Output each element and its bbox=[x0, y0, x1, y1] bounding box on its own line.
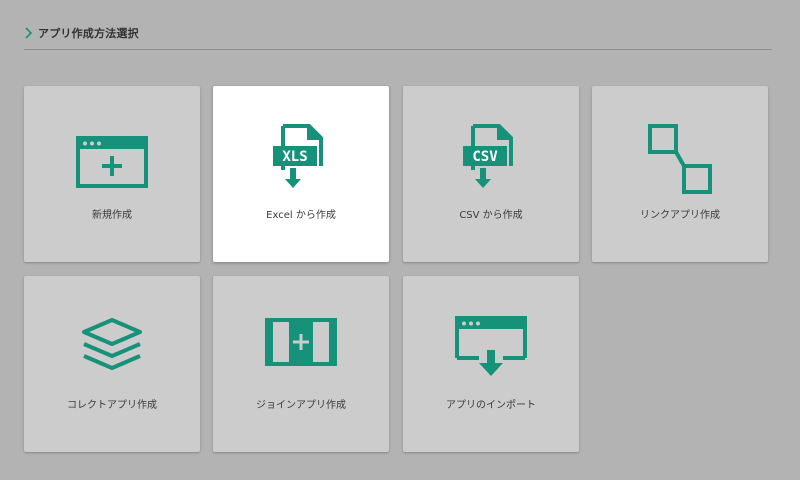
svg-text:XLS: XLS bbox=[282, 149, 307, 165]
app-create-method-page: アプリ作成方法選択 新規作成 XLS Excel から作成 CSV CSV から… bbox=[0, 0, 800, 480]
csv-file-icon: CSV bbox=[451, 124, 531, 196]
svg-text:CSV: CSV bbox=[472, 149, 498, 165]
option-join-app[interactable]: ジョインアプリ作成 bbox=[213, 276, 389, 452]
option-from-csv[interactable]: CSV CSV から作成 bbox=[403, 86, 579, 262]
option-label: Excel から作成 bbox=[266, 210, 336, 221]
option-label: アプリのインポート bbox=[446, 400, 536, 411]
option-label: リンクアプリ作成 bbox=[640, 210, 720, 221]
layers-icon bbox=[72, 314, 152, 386]
import-window-icon bbox=[451, 314, 531, 386]
section-header: アプリ作成方法選択 bbox=[24, 20, 772, 50]
new-window-icon bbox=[72, 124, 152, 196]
option-label: ジョインアプリ作成 bbox=[256, 400, 346, 411]
option-import-app[interactable]: アプリのインポート bbox=[403, 276, 579, 452]
join-panels-icon bbox=[261, 314, 341, 386]
chevron-right-icon bbox=[25, 27, 33, 39]
option-from-excel[interactable]: XLS Excel から作成 bbox=[213, 86, 389, 262]
page-title: アプリ作成方法選択 bbox=[38, 27, 139, 40]
option-collect-app[interactable]: コレクトアプリ作成 bbox=[24, 276, 200, 452]
link-squares-icon bbox=[640, 124, 720, 196]
option-link-app[interactable]: リンクアプリ作成 bbox=[592, 86, 768, 262]
option-label: CSV から作成 bbox=[459, 210, 523, 221]
xls-file-icon: XLS bbox=[261, 124, 341, 196]
option-label: 新規作成 bbox=[92, 210, 132, 221]
option-new-app[interactable]: 新規作成 bbox=[24, 86, 200, 262]
option-label: コレクトアプリ作成 bbox=[67, 400, 157, 411]
